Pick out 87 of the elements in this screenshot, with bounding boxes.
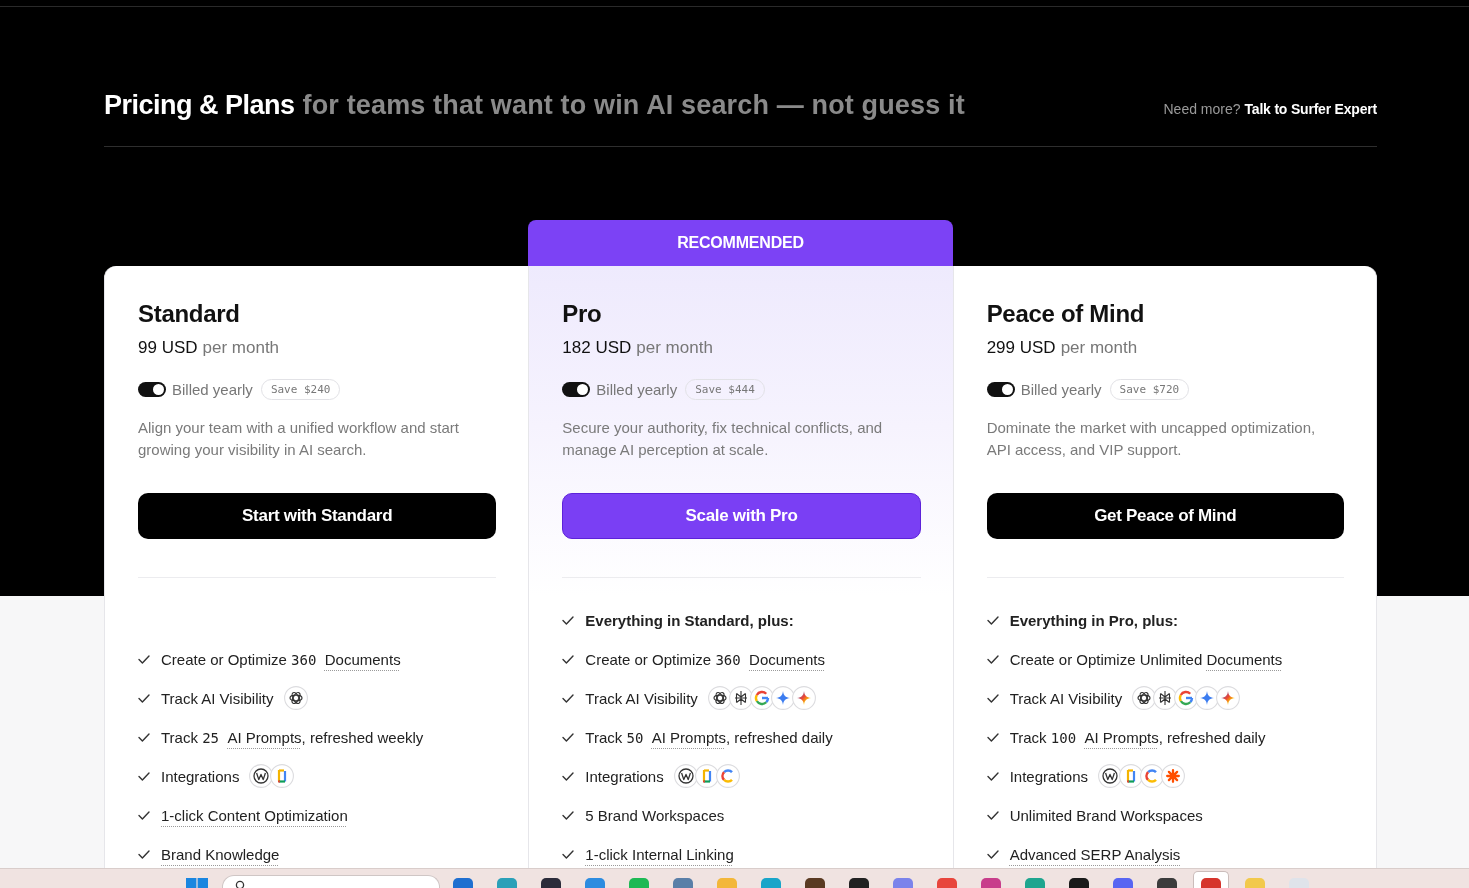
c-logo-icon [1140, 764, 1165, 788]
billing-label: Billed yearly [1020, 380, 1102, 398]
g-logo-icon [749, 686, 774, 710]
plan-description: Secure your authority, fix technical conflicts, and manage AI perception at scale. [562, 418, 884, 460]
knot-logo-icon [1132, 686, 1157, 710]
check-icon [138, 771, 150, 781]
check-icon [138, 654, 150, 664]
billing-toggle[interactable] [562, 381, 591, 397]
w-logo-icon [673, 764, 698, 788]
check-icon [562, 810, 575, 820]
check-icon [986, 849, 999, 859]
knot-logo-icon [283, 686, 308, 710]
feature-text: Integrations [1009, 767, 1089, 785]
check-icon [986, 771, 999, 781]
document-icon [694, 764, 719, 788]
check-icon [986, 732, 999, 742]
check-icon [562, 615, 575, 625]
feature-text: Track 50 AI Prompts, refreshed daily [585, 728, 833, 746]
plan-name: Standard [138, 299, 241, 329]
feature-text: Integrations [585, 767, 664, 785]
spider-logo-icon [728, 686, 753, 710]
feature-text: Create or Optimize 360 Documents [585, 650, 825, 668]
price-period: per month [636, 338, 713, 357]
w-logo-icon [1098, 764, 1123, 788]
billing-toggle[interactable] [138, 381, 166, 397]
price-period: per month [202, 338, 280, 357]
search-field[interactable] [222, 875, 440, 888]
feature-text: Integrations [161, 767, 240, 785]
price-amount: 299 USD [986, 338, 1056, 357]
c-logo-icon [715, 764, 740, 788]
spider-logo-icon [1153, 686, 1178, 710]
billing-label: Billed yearly [596, 380, 678, 398]
check-icon [562, 771, 575, 781]
check-icon [986, 654, 999, 664]
billing-label: Billed yearly [172, 380, 253, 398]
document-icon [270, 764, 295, 788]
price-period: per month [1060, 338, 1138, 357]
plan-name: Pro [562, 299, 603, 329]
check-icon [986, 810, 999, 820]
help-prompt: Need more? [1163, 101, 1241, 117]
feature-text: Brand Knowledge [161, 845, 280, 863]
feature-text: 5 Brand Workspaces [585, 806, 725, 824]
feature-heading: Everything in Standard, plus: [585, 611, 794, 629]
sparkle-icon [1216, 686, 1241, 710]
start-menu-icon[interactable] [186, 878, 208, 888]
check-icon [986, 615, 999, 625]
recommended-banner: RECOMMENDED [528, 220, 953, 266]
plan-description: Dominate the market with uncapped optimization, API access, and VIP support. [986, 418, 1317, 460]
check-icon [138, 693, 150, 703]
plan-cta-button[interactable]: Start with Standard [138, 493, 497, 539]
page-title: Pricing & Plans [104, 90, 295, 120]
w-logo-icon [249, 764, 274, 788]
feature-text: Create or Optimize 360 Documents [161, 650, 401, 668]
feature-text: Track 25 AI Prompts, refreshed weekly [161, 728, 424, 746]
check-icon [562, 732, 575, 742]
sparkle-icon [791, 686, 816, 710]
check-icon [986, 693, 999, 703]
check-icon [562, 654, 575, 664]
check-icon [138, 849, 150, 859]
check-icon [138, 810, 150, 820]
talk-to-expert-link[interactable]: Talk to Surfer Expert [1244, 101, 1377, 117]
g-logo-icon [1174, 686, 1199, 710]
price-amount: 99 USD [138, 338, 198, 357]
check-icon [562, 693, 575, 703]
knot-logo-icon [707, 686, 732, 710]
billing-toggle[interactable] [986, 381, 1015, 397]
plan-name: Peace of Mind [986, 299, 1146, 329]
search-icon [235, 880, 245, 888]
check-icon [562, 849, 575, 859]
feature-text: Track 100 AI Prompts, refreshed daily [1009, 728, 1266, 746]
feature-text: 1-click Internal Linking [585, 845, 734, 863]
plan-description: Align your team with a unified workflow and start growing your visibility in AI search. [138, 418, 460, 460]
plan-cta-button[interactable]: Get Peace of Mind [986, 493, 1344, 539]
page-tagline: for teams that want to win AI search — not guess it [302, 90, 965, 120]
feature-text: 1-click Content Optimization [161, 806, 348, 824]
document-icon [1119, 764, 1144, 788]
feature-text: Advanced SERP Analysis [1009, 845, 1181, 863]
plan-cta-button[interactable]: Scale with Pro [562, 493, 921, 539]
price-amount: 182 USD [562, 338, 632, 357]
feature-text: Create or Optimize Unlimited Documents [1009, 650, 1283, 668]
check-icon [138, 732, 150, 742]
feature-heading: Everything in Pro, plus: [1009, 611, 1178, 629]
feature-text: Track AI Visibility [161, 689, 274, 707]
feature-text: Unlimited Brand Workspaces [1009, 806, 1203, 824]
feature-text: Track AI Visibility [585, 689, 698, 707]
asterisk-icon [1161, 764, 1186, 788]
feature-text: Track AI Visibility [1009, 689, 1123, 707]
